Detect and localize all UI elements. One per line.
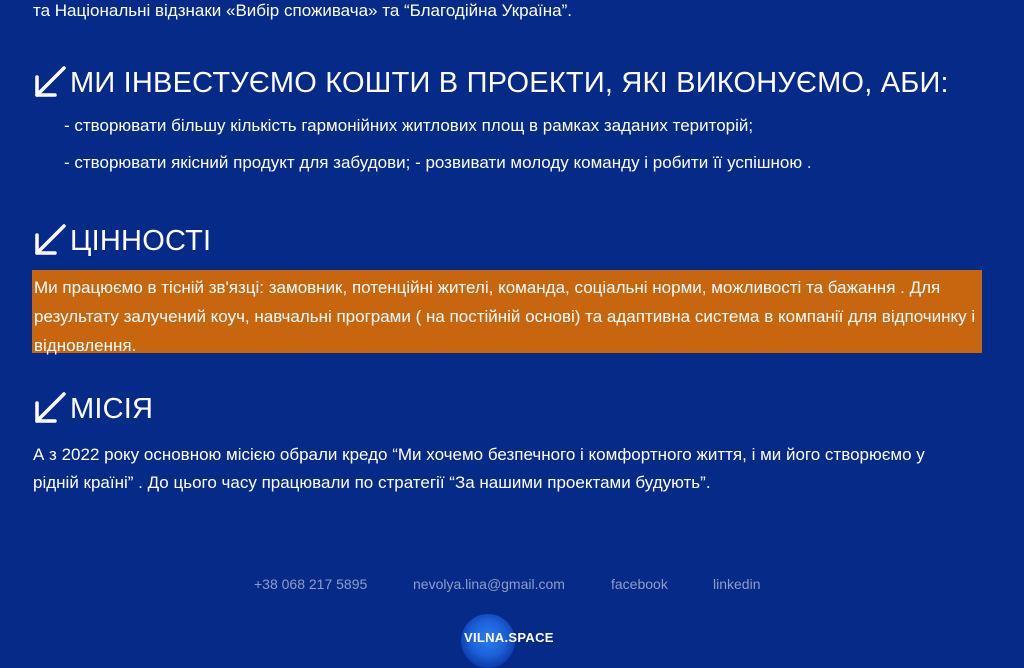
email-link[interactable]: nevolya.lina@gmail.com: [413, 576, 565, 592]
invest-heading: МИ ІНВЕСТУЄМО КОШТИ В ПРОЕКТИ, ЯКІ ВИКОН…: [32, 64, 949, 100]
mission-heading-text: МІСІЯ: [70, 393, 154, 425]
values-text: Ми працюємо в тісній зв'язці: замовник, …: [34, 278, 976, 355]
values-heading-text: ЦІННОСТІ: [70, 225, 212, 257]
phone-link[interactable]: +38 068 217 5895: [254, 576, 367, 592]
values-highlight: Ми працюємо в тісній зв'язці: замовник, …: [32, 270, 982, 355]
arrow-down-left-icon: [35, 392, 66, 423]
facebook-link[interactable]: facebook: [611, 576, 668, 592]
arrow-down-left-icon: [35, 224, 66, 255]
linkedin-link[interactable]: linkedin: [713, 576, 760, 592]
arrow-down-left-icon: [35, 66, 66, 97]
invest-heading-text: МИ ІНВЕСТУЄМО КОШТИ В ПРОЕКТИ, ЯКІ ВИКОН…: [70, 67, 949, 99]
values-heading: ЦІННОСТІ: [32, 222, 211, 258]
mission-heading: МІСІЯ: [32, 390, 153, 426]
intro-text: та Національні відзнаки «Вибір споживача…: [33, 1, 573, 20]
footer-links: +38 068 217 5895 nevolya.lina@gmail.com …: [0, 576, 1024, 596]
logo-text: VILNA.SPACE: [464, 630, 554, 645]
invest-item: - створювати більшу кількість гармонійни…: [64, 116, 754, 135]
mission-text: А з 2022 року основною місією обрали кре…: [33, 445, 925, 492]
invest-item: - створювати якісний продукт для забудов…: [64, 153, 812, 172]
